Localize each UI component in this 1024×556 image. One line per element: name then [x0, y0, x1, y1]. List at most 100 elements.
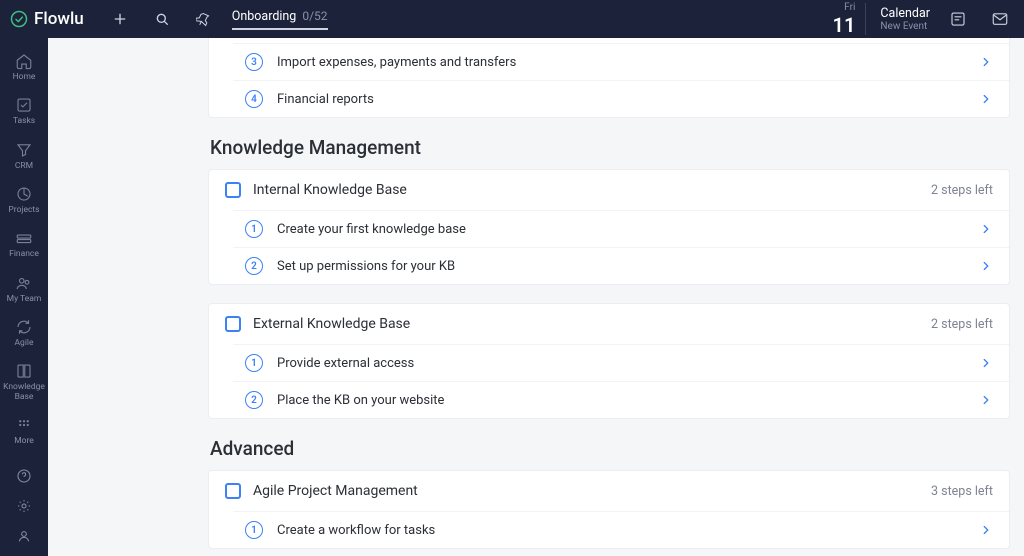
sidebar-item-label: My Team [7, 295, 42, 304]
notes-button[interactable] [944, 5, 972, 33]
onboarding-step[interactable]: 4 Financial reports [233, 80, 1009, 117]
help-icon [16, 468, 32, 484]
mail-icon [991, 10, 1009, 28]
sidebar-item-home[interactable]: Home [0, 46, 48, 90]
search-icon [154, 11, 170, 27]
add-button[interactable] [106, 5, 134, 33]
calendar-label: Calendar [880, 6, 930, 21]
calendar-link[interactable]: Calendar New Event [880, 6, 930, 32]
card-checkbox[interactable] [225, 182, 241, 198]
step-number: 4 [245, 90, 263, 108]
team-icon [15, 274, 33, 292]
pin-button[interactable] [190, 5, 218, 33]
search-button[interactable] [148, 5, 176, 33]
card-title: Agile Project Management [253, 483, 418, 499]
sidebar-item-label: Agile [15, 339, 34, 348]
step-label: Create a workflow for tasks [277, 523, 435, 538]
step-label: Create your first knowledge base [277, 222, 466, 237]
sidebar: Home Tasks CRM Projects Finance My Team … [0, 38, 48, 556]
sidebar-item-label: More [14, 437, 34, 446]
step-label: Set up permissions for your KB [277, 259, 455, 274]
sidebar-item-label: Finance [9, 250, 39, 259]
step-number: 1 [245, 354, 263, 372]
section-title: Knowledge Management [210, 136, 1010, 159]
onboarding-card: External Knowledge Base 2 steps left 1 Prov… [208, 303, 1010, 419]
tab-label: Onboarding [232, 9, 297, 24]
sidebar-item-projects[interactable]: Projects [0, 179, 48, 223]
sidebar-help[interactable] [14, 466, 34, 486]
grid-icon [15, 416, 33, 434]
projects-icon [15, 185, 33, 203]
date-block[interactable]: Fri 11 [833, 3, 867, 35]
home-icon [15, 52, 33, 70]
step-number: 1 [245, 521, 263, 539]
funnel-icon [15, 141, 33, 159]
sidebar-item-label: CRM [15, 162, 33, 171]
mail-button[interactable] [986, 5, 1014, 33]
date-num: 11 [833, 15, 856, 35]
steps-left: 2 steps left [931, 317, 993, 332]
chevron-right-icon [979, 222, 993, 236]
step-number: 2 [245, 391, 263, 409]
chevron-right-icon [979, 92, 993, 106]
chevron-right-icon [979, 356, 993, 370]
onboarding-step[interactable]: 1 Create a workflow for tasks [233, 511, 1009, 548]
onboarding-step[interactable]: 2 Set up permissions for your KB [233, 247, 1009, 284]
onboarding-step[interactable]: 2 Place the KB on your website [233, 381, 1009, 418]
sidebar-item-myteam[interactable]: My Team [0, 268, 48, 312]
finance-icon [15, 229, 33, 247]
step-number: 1 [245, 220, 263, 238]
steps-left: 2 steps left [931, 183, 993, 198]
sidebar-item-label: Home [13, 73, 36, 82]
sidebar-settings[interactable] [14, 496, 34, 516]
step-number: 2 [245, 257, 263, 275]
tab-onboarding[interactable]: Onboarding 0/52 [232, 9, 328, 30]
tasks-icon [15, 96, 33, 114]
check-circle-icon [10, 10, 28, 28]
calendar-sub: New Event [880, 21, 930, 32]
sidebar-item-label: Tasks [13, 117, 35, 126]
step-number: 3 [245, 53, 263, 71]
sidebar-item-label: Knowledge Base [0, 383, 48, 402]
sidebar-item-tasks[interactable]: Tasks [0, 90, 48, 134]
gear-icon [16, 498, 32, 514]
onboarding-step[interactable]: 1 Provide external access [233, 344, 1009, 381]
onboarding-step[interactable]: 1 Create your first knowledge base [233, 210, 1009, 247]
sidebar-item-kb[interactable]: Knowledge Base [0, 356, 48, 410]
onboarding-card: 2Add finance categories3Import expenses,… [208, 38, 1010, 118]
note-icon [949, 10, 967, 28]
profile-icon [16, 528, 32, 544]
pin-icon [196, 11, 212, 27]
sidebar-item-finance[interactable]: Finance [0, 223, 48, 267]
sidebar-item-label: Projects [8, 206, 39, 215]
brand-logo[interactable]: Flowlu [10, 9, 84, 29]
chevron-right-icon [979, 259, 993, 273]
content-area: 2Add finance categories3Import expenses,… [48, 38, 1024, 556]
onboarding-card: Agile Project Management 3 steps left 1 Cre… [208, 470, 1010, 549]
chevron-right-icon [979, 393, 993, 407]
agile-icon [15, 318, 33, 336]
onboarding-card: Internal Knowledge Base 2 steps left 1 Crea… [208, 169, 1010, 285]
section-title: Advanced [210, 437, 1010, 460]
step-label: Provide external access [277, 356, 414, 371]
tab-count: 0/52 [302, 9, 327, 23]
brand-name: Flowlu [34, 9, 84, 29]
step-label: Financial reports [277, 92, 374, 107]
date-dow: Fri [844, 3, 855, 13]
card-checkbox[interactable] [225, 483, 241, 499]
plus-icon [112, 11, 128, 27]
steps-left: 3 steps left [931, 484, 993, 499]
sidebar-item-crm[interactable]: CRM [0, 135, 48, 179]
sidebar-profile[interactable] [14, 526, 34, 546]
sidebar-item-more[interactable]: More [0, 410, 48, 454]
chevron-right-icon [979, 523, 993, 537]
step-label: Import expenses, payments and transfers [277, 55, 516, 70]
onboarding-step[interactable]: 3 Import expenses, payments and transfers [233, 43, 1009, 80]
card-title: External Knowledge Base [253, 316, 410, 332]
chevron-right-icon [979, 55, 993, 69]
book-icon [15, 362, 33, 380]
card-title: Internal Knowledge Base [253, 182, 407, 198]
sidebar-item-agile[interactable]: Agile [0, 312, 48, 356]
step-label: Place the KB on your website [277, 393, 444, 408]
card-checkbox[interactable] [225, 316, 241, 332]
